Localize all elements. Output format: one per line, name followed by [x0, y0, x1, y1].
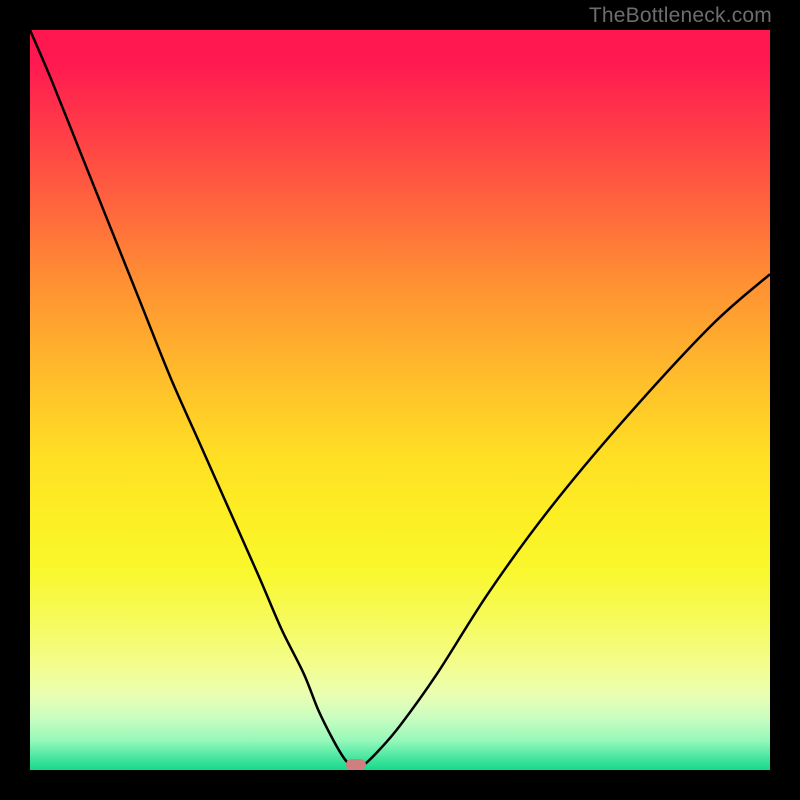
bottleneck-curve [30, 30, 770, 770]
watermark-label: TheBottleneck.com [589, 4, 772, 28]
chart-frame: TheBottleneck.com [0, 0, 800, 800]
plot-area [30, 30, 770, 770]
curve-path [30, 30, 770, 769]
optimal-marker [346, 759, 366, 770]
